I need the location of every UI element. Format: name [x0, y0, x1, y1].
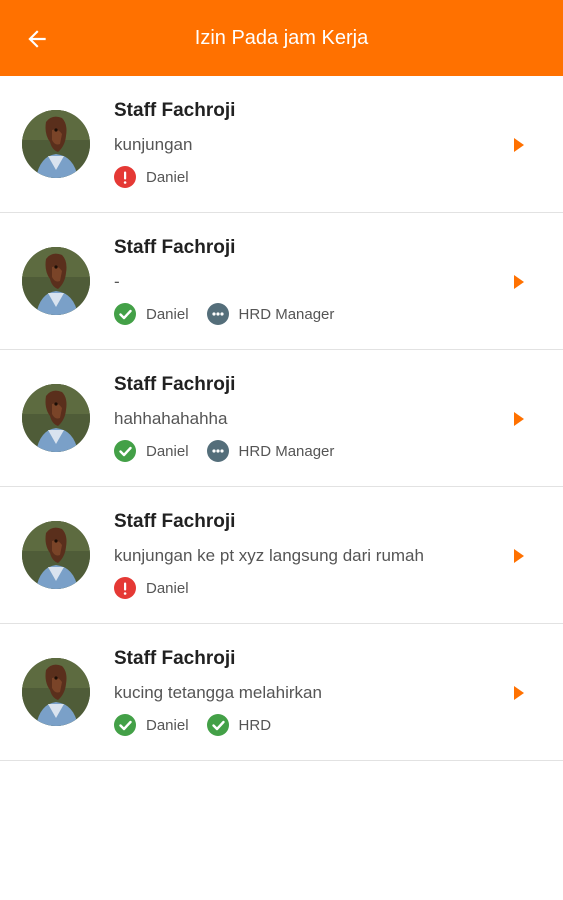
arrow-right-icon	[514, 138, 524, 152]
more-horiz-icon	[206, 303, 229, 325]
page-title: Izin Pada jam Kerja	[194, 26, 369, 49]
error-icon	[114, 166, 136, 188]
approval-status: HRD	[206, 714, 272, 736]
avatar	[22, 521, 90, 589]
employee-name: Staff Fachroji	[114, 237, 236, 258]
error-icon	[114, 577, 136, 599]
approval-status: Daniel	[114, 440, 189, 462]
arrow-right-icon	[514, 412, 524, 426]
leave-description: hahhahahahha	[114, 409, 228, 428]
leave-description: kunjungan	[114, 135, 193, 154]
check-circle-icon	[114, 303, 136, 325]
leave-description: kucing tetangga melahirkan	[114, 683, 322, 702]
approval-statuses: Daniel HRD Manager	[114, 439, 503, 463]
leave-request-list: Staff Fachroji kunjungan Daniel Staff Fachr…	[0, 76, 563, 761]
arrow-right-icon	[514, 275, 524, 289]
item-content: Staff Fachroji kucing tetangga melahirkan…	[114, 646, 503, 737]
avatar	[22, 247, 90, 315]
employee-name: Staff Fachroji	[114, 511, 236, 532]
list-item[interactable]: Staff Fachroji hahhahahahha Daniel HRD Mana…	[0, 350, 563, 487]
check-circle-icon	[206, 714, 229, 736]
approver-label: HRD Manager	[238, 442, 335, 460]
leave-description: kunjungan ke pt xyz langsung dari rumah	[114, 546, 424, 565]
approval-statuses: Daniel HRD Manager	[114, 302, 503, 326]
employee-name: Staff Fachroji	[114, 374, 236, 395]
list-item[interactable]: Staff Fachroji kunjungan ke pt xyz langsu…	[0, 487, 563, 624]
approval-status: HRD Manager	[206, 440, 335, 462]
app-bar: Izin Pada jam Kerja	[0, 0, 563, 76]
arrow-right-icon	[514, 549, 524, 563]
approval-statuses: Daniel	[114, 165, 503, 189]
approval-status: Daniel	[114, 303, 189, 325]
approver-label: HRD Manager	[238, 305, 335, 323]
item-content: Staff Fachroji hahhahahahha Daniel HRD Mana…	[114, 372, 503, 463]
item-content: Staff Fachroji kunjungan Daniel	[114, 98, 503, 189]
list-item[interactable]: Staff Fachroji - Daniel HRD Manager	[0, 213, 563, 350]
approval-statuses: Daniel HRD	[114, 713, 503, 737]
approver-label: Daniel	[146, 579, 189, 597]
approver-label: Daniel	[146, 168, 189, 186]
back-button[interactable]	[20, 22, 54, 56]
list-item[interactable]: Staff Fachroji kunjungan Daniel	[0, 76, 563, 213]
avatar	[22, 384, 90, 452]
approval-status: Daniel	[114, 714, 189, 736]
avatar	[22, 110, 90, 178]
approver-label: Daniel	[146, 442, 189, 460]
check-circle-icon	[114, 440, 136, 462]
employee-name: Staff Fachroji	[114, 100, 236, 121]
leave-description: -	[114, 272, 120, 291]
approval-status: HRD Manager	[206, 303, 335, 325]
approver-label: HRD	[238, 716, 272, 734]
list-item[interactable]: Staff Fachroji kucing tetangga melahirkan…	[0, 624, 563, 761]
more-horiz-icon	[206, 440, 229, 462]
approval-status: Daniel	[114, 166, 189, 188]
approver-label: Daniel	[146, 716, 189, 734]
approval-statuses: Daniel	[114, 576, 503, 600]
avatar	[22, 658, 90, 726]
approval-status: Daniel	[114, 577, 189, 599]
check-circle-icon	[114, 714, 136, 736]
arrow-back-icon	[28, 30, 46, 48]
employee-name: Staff Fachroji	[114, 648, 236, 669]
item-content: Staff Fachroji kunjungan ke pt xyz langsu…	[114, 509, 503, 600]
item-content: Staff Fachroji - Daniel HRD Manager	[114, 235, 503, 326]
arrow-right-icon	[514, 686, 524, 700]
approver-label: Daniel	[146, 305, 189, 323]
